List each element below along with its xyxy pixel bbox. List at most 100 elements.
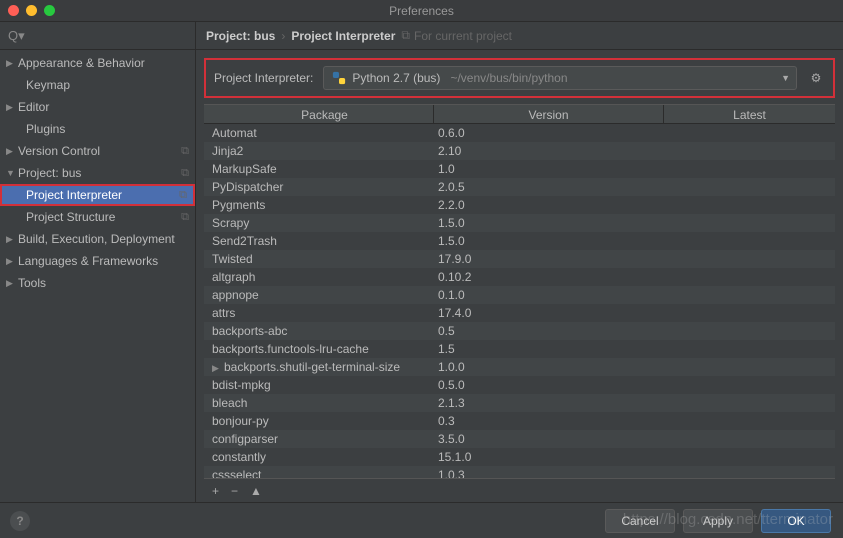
col-version[interactable]: Version	[434, 105, 664, 123]
cell-latest	[664, 178, 835, 196]
remove-package-button[interactable]: −	[231, 484, 238, 498]
sidebar-item-project-structure[interactable]: Project Structure⧉	[0, 206, 195, 228]
table-header: Package Version Latest	[204, 104, 835, 124]
cell-version: 2.2.0	[434, 196, 664, 214]
cell-version: 0.5.0	[434, 376, 664, 394]
cell-package: Scrapy	[204, 214, 434, 232]
sidebar-item-tools[interactable]: ▶Tools	[0, 272, 195, 294]
cell-package: Pygments	[204, 196, 434, 214]
table-row[interactable]: bdist-mpkg0.5.0	[204, 376, 835, 394]
interpreter-select[interactable]: Python 2.7 (bus) ~/venv/bus/bin/python ▼	[323, 66, 797, 90]
sidebar-item-label: Appearance & Behavior	[18, 56, 145, 70]
cell-package: appnope	[204, 286, 434, 304]
table-row[interactable]: Automat0.6.0	[204, 124, 835, 142]
table-row[interactable]: configparser3.5.0	[204, 430, 835, 448]
table-tools: + − ▲	[204, 478, 835, 502]
chevron-icon: ▶	[6, 58, 18, 69]
table-row[interactable]: cssselect1.0.3	[204, 466, 835, 478]
titlebar: Preferences	[0, 0, 843, 22]
breadcrumb-note-text: For current project	[414, 29, 512, 43]
cell-latest	[664, 124, 835, 142]
cell-package: attrs	[204, 304, 434, 322]
sidebar-item-languages-frameworks[interactable]: ▶Languages & Frameworks	[0, 250, 195, 272]
sidebar-item-label: Languages & Frameworks	[18, 254, 158, 268]
table-row[interactable]: attrs17.4.0	[204, 304, 835, 322]
sidebar-item-label: Tools	[18, 276, 46, 290]
table-row[interactable]: appnope0.1.0	[204, 286, 835, 304]
col-package[interactable]: Package	[204, 105, 434, 123]
upgrade-package-button[interactable]: ▲	[250, 484, 262, 498]
ok-button[interactable]: OK	[761, 509, 831, 533]
table-row[interactable]: Twisted17.9.0	[204, 250, 835, 268]
col-latest[interactable]: Latest	[664, 105, 835, 123]
table-row[interactable]: bleach2.1.3	[204, 394, 835, 412]
cancel-button[interactable]: Cancel	[605, 509, 675, 533]
search-icon[interactable]: Q▾	[8, 28, 25, 44]
footer: ? Cancel Apply OK	[0, 502, 843, 538]
close-icon[interactable]	[8, 5, 19, 16]
sidebar-item-label: Project Structure	[26, 210, 115, 224]
cell-package: MarkupSafe	[204, 160, 434, 178]
cell-package: cssselect	[204, 466, 434, 478]
sidebar-item-project-interpreter[interactable]: Project Interpreter⧉	[0, 184, 195, 206]
sidebar-item-plugins[interactable]: Plugins	[0, 118, 195, 140]
gear-icon[interactable]: ⚙	[807, 71, 825, 85]
sidebar-item-keymap[interactable]: Keymap	[0, 74, 195, 96]
table-row[interactable]: backports.functools-lru-cache1.5	[204, 340, 835, 358]
window-controls	[8, 5, 55, 16]
cell-latest	[664, 430, 835, 448]
table-row[interactable]: ▶backports.shutil-get-terminal-size1.0.0	[204, 358, 835, 376]
table-body: Automat0.6.0Jinja22.10MarkupSafe1.0PyDis…	[204, 124, 835, 478]
interpreter-label: Project Interpreter:	[214, 71, 313, 85]
sidebar-item-label: Build, Execution, Deployment	[18, 232, 175, 246]
table-row[interactable]: altgraph0.10.2	[204, 268, 835, 286]
cell-package: bonjour-py	[204, 412, 434, 430]
cell-package: Send2Trash	[204, 232, 434, 250]
interpreter-row: Project Interpreter: Python 2.7 (bus) ~/…	[204, 58, 835, 98]
breadcrumb-page: Project Interpreter	[291, 29, 395, 43]
cell-version: 0.1.0	[434, 286, 664, 304]
cell-latest	[664, 250, 835, 268]
table-row[interactable]: backports-abc0.5	[204, 322, 835, 340]
chevron-icon: ▼	[6, 168, 18, 178]
table-row[interactable]: MarkupSafe1.0	[204, 160, 835, 178]
sidebar-item-appearance-behavior[interactable]: ▶Appearance & Behavior	[0, 52, 195, 74]
interpreter-value: Python 2.7 (bus)	[352, 71, 440, 85]
project-scope-icon: ⧉	[181, 145, 189, 158]
help-button[interactable]: ?	[10, 511, 30, 531]
copy-icon: ⧉	[401, 28, 410, 43]
cell-latest	[664, 322, 835, 340]
table-row[interactable]: Pygments2.2.0	[204, 196, 835, 214]
expand-icon: ▶	[212, 359, 224, 376]
sidebar-item-project-bus[interactable]: ▼Project: bus⧉	[0, 162, 195, 184]
sidebar-item-version-control[interactable]: ▶Version Control⧉	[0, 140, 195, 162]
sidebar-item-build-execution-deployment[interactable]: ▶Build, Execution, Deployment	[0, 228, 195, 250]
table-row[interactable]: PyDispatcher2.0.5	[204, 178, 835, 196]
chevron-icon: ▶	[6, 102, 18, 113]
sidebar-item-editor[interactable]: ▶Editor	[0, 96, 195, 118]
cell-latest	[664, 394, 835, 412]
chevron-down-icon: ▼	[781, 73, 790, 83]
sidebar: Q▾ ▶Appearance & BehaviorKeymap▶EditorPl…	[0, 22, 196, 502]
table-row[interactable]: Scrapy1.5.0	[204, 214, 835, 232]
cell-package: bdist-mpkg	[204, 376, 434, 394]
cell-latest	[664, 340, 835, 358]
table-row[interactable]: bonjour-py0.3	[204, 412, 835, 430]
table-row[interactable]: Send2Trash1.5.0	[204, 232, 835, 250]
cell-latest	[664, 160, 835, 178]
minimize-icon[interactable]	[26, 5, 37, 16]
apply-button[interactable]: Apply	[683, 509, 753, 533]
cell-latest	[664, 214, 835, 232]
cell-version: 1.5.0	[434, 232, 664, 250]
add-package-button[interactable]: +	[212, 484, 219, 498]
maximize-icon[interactable]	[44, 5, 55, 16]
table-row[interactable]: Jinja22.10	[204, 142, 835, 160]
sidebar-item-label: Plugins	[26, 122, 65, 136]
cell-version: 1.5.0	[434, 214, 664, 232]
cell-version: 0.5	[434, 322, 664, 340]
cell-version: 0.10.2	[434, 268, 664, 286]
project-scope-icon: ⧉	[181, 167, 189, 180]
project-scope-icon: ⧉	[179, 189, 187, 202]
table-row[interactable]: constantly15.1.0	[204, 448, 835, 466]
search-row: Q▾	[0, 22, 195, 50]
